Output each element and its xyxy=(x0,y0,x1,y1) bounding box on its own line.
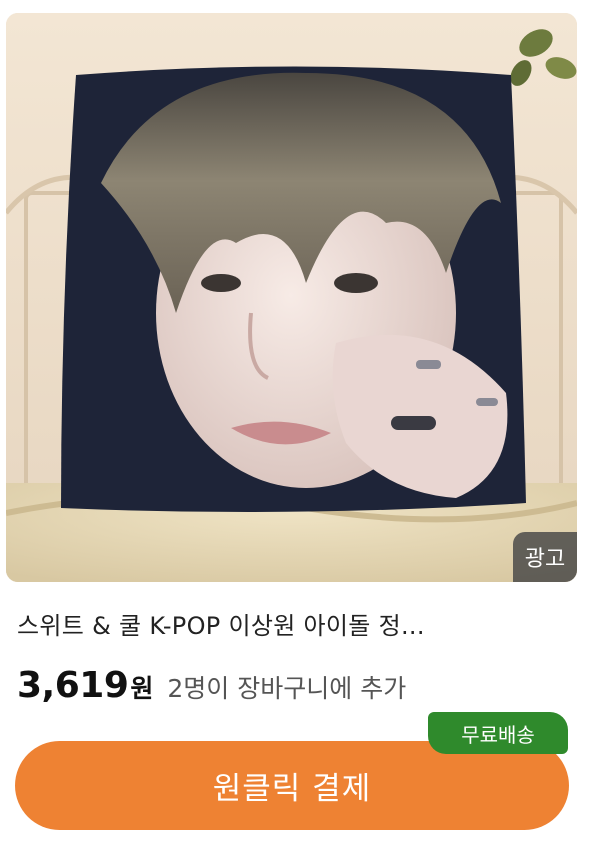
ad-badge: 광고 xyxy=(513,532,577,582)
cart-count-text: 2명이 장바구니에 추가 xyxy=(167,674,407,703)
product-title[interactable]: 스위트 & 쿨 K-POP 이상원 아이돌 정... xyxy=(17,606,577,641)
product-image[interactable]: 광고 xyxy=(6,13,577,582)
product-card[interactable]: 광고 스위트 & 쿨 K-POP 이상원 아이돌 정... 3,619 원 2명… xyxy=(0,0,589,861)
cushion-photo xyxy=(6,13,577,582)
free-shipping-badge: 무료배송 xyxy=(428,712,568,754)
one-click-pay-button[interactable]: 원클릭 결제 xyxy=(15,741,569,830)
price-value: 3,619 xyxy=(17,665,129,706)
price-row: 3,619 원 2명이 장바구니에 추가 xyxy=(17,665,406,713)
price-unit: 원 xyxy=(130,674,154,703)
